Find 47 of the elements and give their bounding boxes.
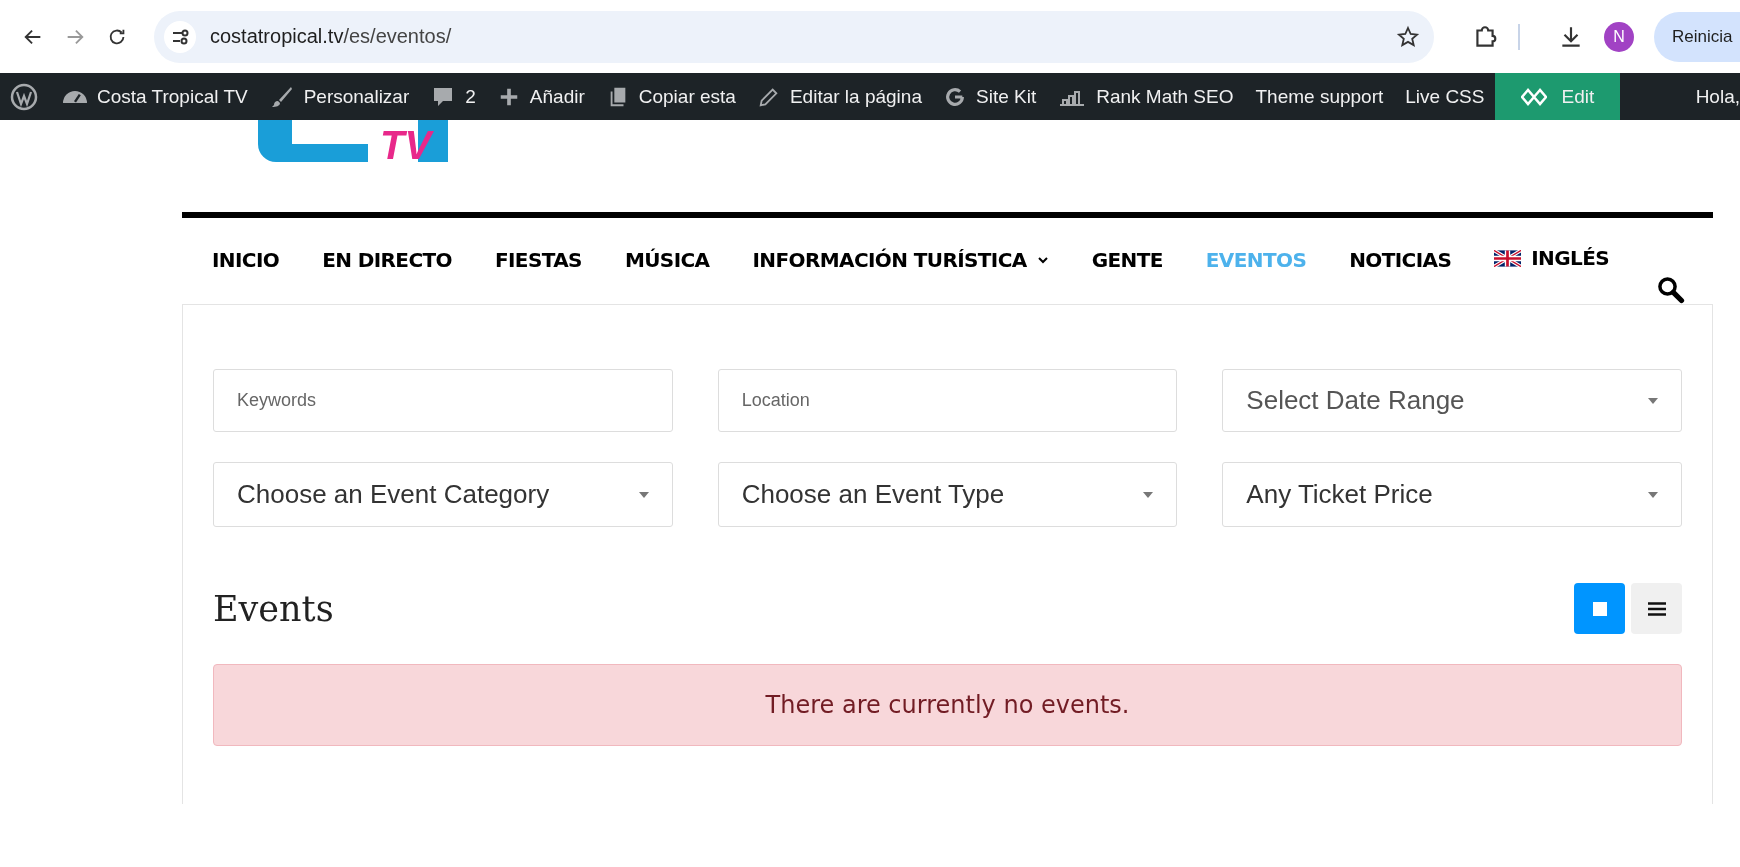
dropdown-caret-icon [1143,491,1154,498]
admin-bar-link[interactable]: 2 [420,73,487,120]
url-text: costatropical.tv/es/eventos/ [210,25,453,48]
search-icon[interactable] [1657,276,1685,304]
nav-link[interactable]: INICIO [212,228,280,292]
square-icon [1591,600,1608,617]
restart-button[interactable]: Reinicia [1654,11,1740,62]
admin-bar-link[interactable]: Copiar esta [595,73,747,120]
nav-link[interactable]: INFORMACIÓN TURÍSTICA [752,228,1049,292]
nav-link[interactable]: EN DIRECTO [322,228,452,292]
diamond-logo-icon [1521,87,1548,106]
dropdown-caret-icon [1648,491,1658,498]
dropdown-select[interactable]: Choose an Event Category [213,462,673,527]
dropdown-caret-icon [638,491,649,498]
admin-bar-link[interactable]: Rank Math SEO [1047,73,1245,120]
profile-avatar[interactable]: N [1604,21,1634,52]
nav-link[interactable]: FIESTAS [494,228,582,292]
nav-link[interactable]: GENTE [1091,228,1163,292]
dropdown-select[interactable]: Choose an Event Type [717,462,1178,527]
star-icon[interactable] [1396,24,1420,49]
admin-bar-link[interactable]: Añadir [486,73,596,120]
language-link[interactable]: INGLÉS [1494,228,1610,288]
no-events-alert: There are currently no events. [213,664,1682,746]
admin-bar-link[interactable]: Personalizar [258,73,421,120]
search-field[interactable]: Keywords [213,369,673,432]
greeting-text[interactable]: Hola, [1695,85,1740,108]
admin-bar-link[interactable]: Site Kit [933,73,1048,120]
admin-bar-link[interactable]: Editar la página [746,73,933,120]
grid-view-button[interactable] [1574,583,1625,634]
list-view-button[interactable] [1631,583,1682,634]
address-bar[interactable]: costatropical.tv/es/eventos/ [154,10,1434,63]
admin-bar-link[interactable]: Live CSS [1394,73,1496,120]
dropdown-select[interactable]: Any Ticket Price [1222,462,1682,527]
nav-link[interactable]: MÚSICA [624,228,710,292]
dropdown-caret-icon [1648,397,1658,404]
admin-bar-link[interactable]: Costa Tropical TV [52,73,259,120]
dropdown-select[interactable]: Select Date Range [1222,369,1682,432]
site-settings-icon[interactable] [164,20,196,53]
nav-link[interactable]: NOTICIAS [1349,228,1452,292]
admin-bar-link[interactable]: Theme support [1244,73,1395,120]
search-field[interactable]: Location [717,369,1178,432]
section-heading: Events [213,588,334,629]
dashboard-gauge-icon [63,90,87,103]
list-icon [1647,601,1666,616]
uk-flag-icon [1494,249,1522,267]
google-g-icon [944,85,966,108]
wordpress-logo-icon[interactable] [10,82,38,111]
